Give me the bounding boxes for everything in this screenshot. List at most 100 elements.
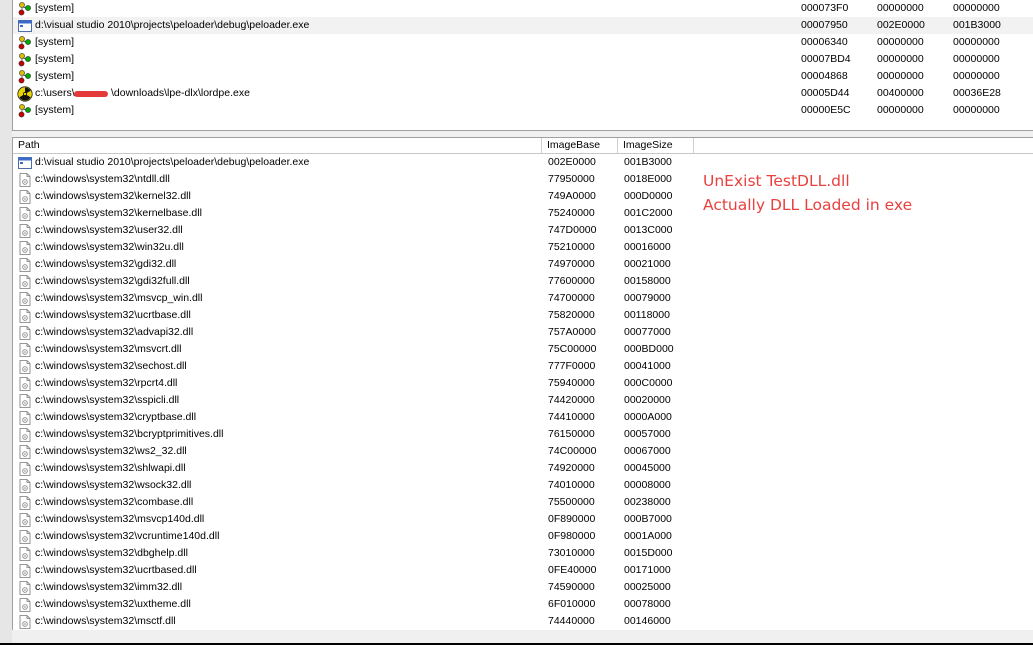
module-row[interactable]: c:\windows\system32\vcruntime140d.dll 0F9… xyxy=(13,528,1033,545)
process-row[interactable]: d:\visual studio 2010\projects\peloader\… xyxy=(13,17,1033,34)
process-row[interactable]: [system] 00004868 00000000 00000000 xyxy=(13,68,1033,85)
module-imagebase: 749A0000 xyxy=(548,190,596,202)
module-imagebase: 0F980000 xyxy=(548,530,596,542)
module-row[interactable]: c:\windows\system32\combase.dll 75500000 0… xyxy=(13,494,1033,511)
dll-file-icon xyxy=(17,308,33,324)
process-imagesize: 00036E28 xyxy=(953,87,1001,99)
module-imagesize: 000C0000 xyxy=(624,377,673,389)
module-path: c:\windows\system32\uxtheme.dll xyxy=(35,598,191,610)
process-row[interactable]: [system] 00000E5C 00000000 00000000 xyxy=(13,102,1033,119)
module-row[interactable]: c:\windows\system32\gdi32.dll 74970000 000… xyxy=(13,256,1033,273)
module-row[interactable]: c:\windows\system32\rpcrt4.dll 75940000 00… xyxy=(13,375,1033,392)
module-row[interactable]: c:\windows\system32\msvcrt.dll 75C00000 00… xyxy=(13,341,1033,358)
annotation-line-2: Actually DLL Loaded in exe xyxy=(703,196,913,214)
dll-file-icon xyxy=(17,274,33,290)
module-imagesize: 00016000 xyxy=(624,241,671,253)
process-path: [system] xyxy=(35,53,75,65)
module-row[interactable]: c:\windows\system32\ntdll.dll 77950000 001… xyxy=(13,171,1033,188)
module-row[interactable]: c:\windows\system32\uxtheme.dll 6F010000 0… xyxy=(13,596,1033,613)
module-row[interactable]: c:\windows\system32\imm32.dll 74590000 000… xyxy=(13,579,1033,596)
module-row[interactable]: c:\windows\system32\gdi32full.dll 7760000… xyxy=(13,273,1033,290)
module-list-header: Path ImageBase ImageSize xyxy=(13,138,1033,154)
module-imagebase: 74590000 xyxy=(548,581,595,593)
module-row[interactable]: c:\windows\system32\wsock32.dll 74010000 0… xyxy=(13,477,1033,494)
dll-file-icon xyxy=(17,444,33,460)
module-imagesize: 0015D000 xyxy=(624,547,673,559)
dll-file-icon xyxy=(17,376,33,392)
module-row[interactable]: c:\windows\system32\shlwapi.dll 74920000 0… xyxy=(13,460,1033,477)
module-imagesize: 00057000 xyxy=(624,428,671,440)
module-path: c:\windows\system32\advapi32.dll xyxy=(35,326,194,338)
module-row[interactable]: c:\windows\system32\msctf.dll 74440000 001… xyxy=(13,613,1033,630)
dll-file-icon xyxy=(17,597,33,613)
module-row[interactable]: c:\windows\system32\sspicli.dll 74420000 0… xyxy=(13,392,1033,409)
module-path: c:\windows\system32\ucrtbase.dll xyxy=(35,309,191,321)
process-path: [system] xyxy=(35,70,75,82)
process-imagebase: 00400000 xyxy=(877,87,924,99)
module-row[interactable]: c:\windows\system32\cryptbase.dll 7441000… xyxy=(13,409,1033,426)
dll-file-icon xyxy=(17,478,33,494)
column-header-imagesize[interactable]: ImageSize xyxy=(618,138,694,153)
module-imagesize: 00067000 xyxy=(624,445,671,457)
module-imagesize: 00146000 xyxy=(624,615,671,627)
dll-file-icon xyxy=(17,546,33,562)
dll-file-icon xyxy=(17,393,33,409)
module-imagesize: 0013C000 xyxy=(624,224,673,236)
module-imagebase: 74410000 xyxy=(548,411,595,423)
module-imagebase: 73010000 xyxy=(548,547,595,559)
exe-window-icon xyxy=(17,18,33,34)
module-row[interactable]: c:\windows\system32\dbghelp.dll 73010000 0… xyxy=(13,545,1033,562)
module-imagesize: 0018E000 xyxy=(624,173,672,185)
system-process-icon xyxy=(17,103,33,119)
dll-file-icon xyxy=(17,342,33,358)
module-path: c:\windows\system32\user32.dll xyxy=(35,224,183,236)
process-row[interactable]: [system] 00006340 00000000 00000000 xyxy=(13,34,1033,51)
module-path: c:\windows\system32\cryptbase.dll xyxy=(35,411,197,423)
module-imagebase: 76150000 xyxy=(548,428,595,440)
process-row[interactable]: [system] 000073F0 00000000 00000000 xyxy=(13,0,1033,17)
process-pid: 00004868 xyxy=(801,70,848,82)
module-row[interactable]: c:\windows\system32\ws2_32.dll 74C00000 00… xyxy=(13,443,1033,460)
module-imagesize: 00238000 xyxy=(624,496,671,508)
process-row[interactable]: [system] 00007BD4 00000000 00000000 xyxy=(13,51,1033,68)
module-row[interactable]: c:\windows\system32\msvcp140d.dll 0F89000… xyxy=(13,511,1033,528)
redaction-mark xyxy=(74,91,108,97)
module-row[interactable]: d:\visual studio 2010\projects\peloader\… xyxy=(13,154,1033,171)
dll-file-icon xyxy=(17,529,33,545)
process-list[interactable]: [system] 000073F0 00000000 00000000 d:\visua… xyxy=(12,0,1033,131)
process-imagesize: 00000000 xyxy=(953,53,1000,65)
system-process-icon xyxy=(17,69,33,85)
dll-file-icon xyxy=(17,325,33,341)
module-imagesize: 00077000 xyxy=(624,326,671,338)
module-imagebase: 74700000 xyxy=(548,292,595,304)
process-imagesize: 00000000 xyxy=(953,36,1000,48)
process-path-rest: \downloads\lpe-dlx\lordpe.exe xyxy=(111,87,250,99)
process-imagebase: 00000000 xyxy=(877,36,924,48)
process-pid: 00007BD4 xyxy=(801,53,851,65)
module-row[interactable]: c:\windows\system32\user32.dll 747D0000 00… xyxy=(13,222,1033,239)
system-process-icon xyxy=(17,1,33,17)
module-row[interactable]: c:\windows\system32\ucrtbased.dll 0FE4000… xyxy=(13,562,1033,579)
module-imagesize: 00021000 xyxy=(624,258,671,270)
column-header-imagebase[interactable]: ImageBase xyxy=(542,138,618,153)
module-row[interactable]: c:\windows\system32\advapi32.dll 757A0000… xyxy=(13,324,1033,341)
module-imagebase: 75210000 xyxy=(548,241,595,253)
module-path: c:\windows\system32\msvcrt.dll xyxy=(35,343,182,355)
dll-file-icon xyxy=(17,189,33,205)
column-header-path[interactable]: Path xyxy=(13,138,542,153)
module-imagesize: 0000A000 xyxy=(624,411,672,423)
process-row[interactable]: c:\users\ \downloads\lpe-dlx\lordpe.exe 00… xyxy=(13,85,1033,102)
dll-file-icon xyxy=(17,257,33,273)
system-process-icon xyxy=(17,35,33,51)
dll-file-icon xyxy=(17,580,33,596)
process-imagesize: 00000000 xyxy=(953,2,1000,14)
module-row[interactable]: c:\windows\system32\msvcp_win.dll 7470000… xyxy=(13,290,1033,307)
window-left-edge xyxy=(0,0,12,645)
dll-file-icon xyxy=(17,206,33,222)
process-pid: 00006340 xyxy=(801,36,848,48)
dll-file-icon xyxy=(17,427,33,443)
module-row[interactable]: c:\windows\system32\sechost.dll 777F0000 0… xyxy=(13,358,1033,375)
module-row[interactable]: c:\windows\system32\ucrtbase.dll 75820000… xyxy=(13,307,1033,324)
module-row[interactable]: c:\windows\system32\bcryptprimitives.dll… xyxy=(13,426,1033,443)
module-row[interactable]: c:\windows\system32\win32u.dll 75210000 00… xyxy=(13,239,1033,256)
